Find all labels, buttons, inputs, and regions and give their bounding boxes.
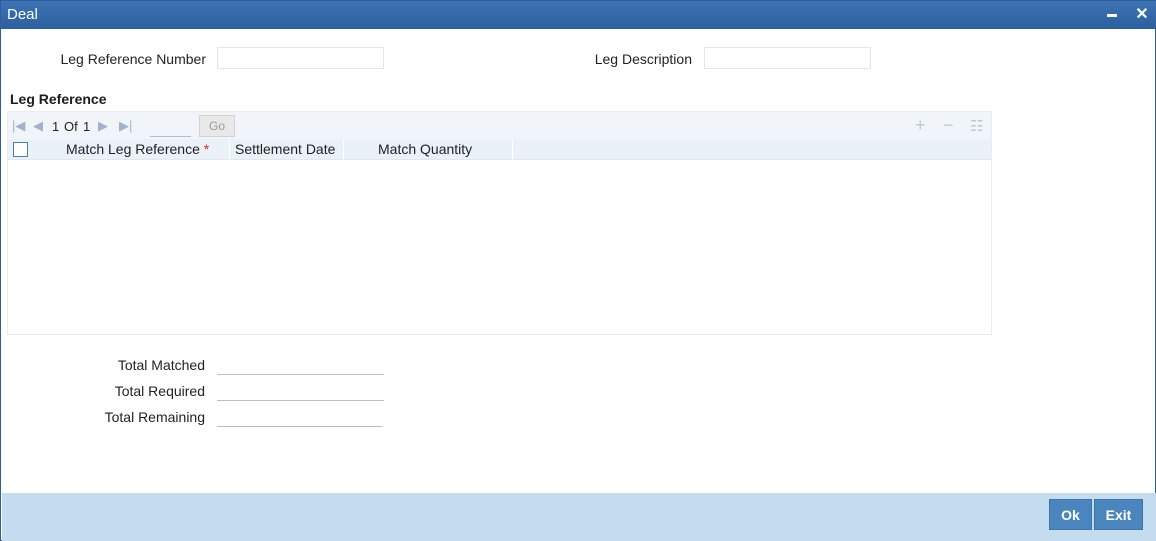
total-matched-field[interactable]	[217, 353, 384, 375]
last-page-icon[interactable]: ▶|	[119, 118, 132, 134]
go-button[interactable]: Go	[199, 115, 235, 137]
window-title: Deal	[7, 6, 38, 23]
add-row-icon[interactable]: +	[915, 115, 926, 136]
leg-description-field[interactable]	[704, 47, 871, 69]
select-all-checkbox[interactable]	[13, 142, 28, 157]
column-settlement-date[interactable]: Settlement Date	[230, 139, 344, 160]
exit-button[interactable]: Exit	[1094, 499, 1143, 530]
total-required-label: Total Required	[114, 383, 205, 399]
deal-window: Deal ✕ Leg Reference Number Leg Descript…	[0, 0, 1156, 541]
required-marker: *	[203, 141, 210, 157]
close-icon[interactable]: ✕	[1132, 5, 1152, 25]
leg-reference-section-title: Leg Reference	[10, 91, 107, 107]
page-number-input[interactable]	[150, 117, 191, 137]
current-page: 1	[52, 119, 60, 134]
single-view-icon[interactable]: ☷	[970, 117, 983, 135]
of-label: Of	[64, 119, 78, 134]
column-label: Settlement Date	[235, 141, 336, 157]
leg-reference-grid: |◀ ◀ 1 Of 1 ▶ ▶| Go + − ☷ Match Leg Refe…	[7, 111, 992, 335]
grid-toolbar: |◀ ◀ 1 Of 1 ▶ ▶| Go + − ☷	[8, 112, 991, 139]
grid-header: Match Leg Reference * Settlement Date Ma…	[8, 139, 991, 160]
minimize-icon[interactable]	[1102, 5, 1122, 25]
title-bar: Deal ✕	[1, 1, 1156, 29]
total-remaining-label: Total Remaining	[104, 409, 205, 425]
total-matched-label: Total Matched	[117, 357, 205, 373]
first-page-icon[interactable]: |◀	[12, 118, 25, 134]
total-remaining-field[interactable]	[217, 405, 382, 427]
next-page-icon[interactable]: ▶	[98, 118, 108, 134]
column-match-quantity[interactable]: Match Quantity	[344, 139, 513, 160]
column-match-leg-reference[interactable]: Match Leg Reference *	[36, 139, 230, 160]
leg-description-label: Leg Description	[594, 51, 692, 67]
total-pages: 1	[83, 119, 91, 134]
delete-row-icon[interactable]: −	[943, 115, 954, 136]
prev-page-icon[interactable]: ◀	[33, 118, 43, 134]
leg-reference-number-label: Leg Reference Number	[60, 51, 206, 67]
ok-button[interactable]: Ok	[1049, 499, 1092, 530]
total-required-field[interactable]	[217, 379, 384, 401]
column-label: Match Leg Reference	[66, 141, 200, 157]
column-label: Match Quantity	[378, 141, 473, 157]
footer-bar: Ok Exit	[2, 493, 1156, 541]
leg-reference-number-field[interactable]	[217, 47, 384, 69]
